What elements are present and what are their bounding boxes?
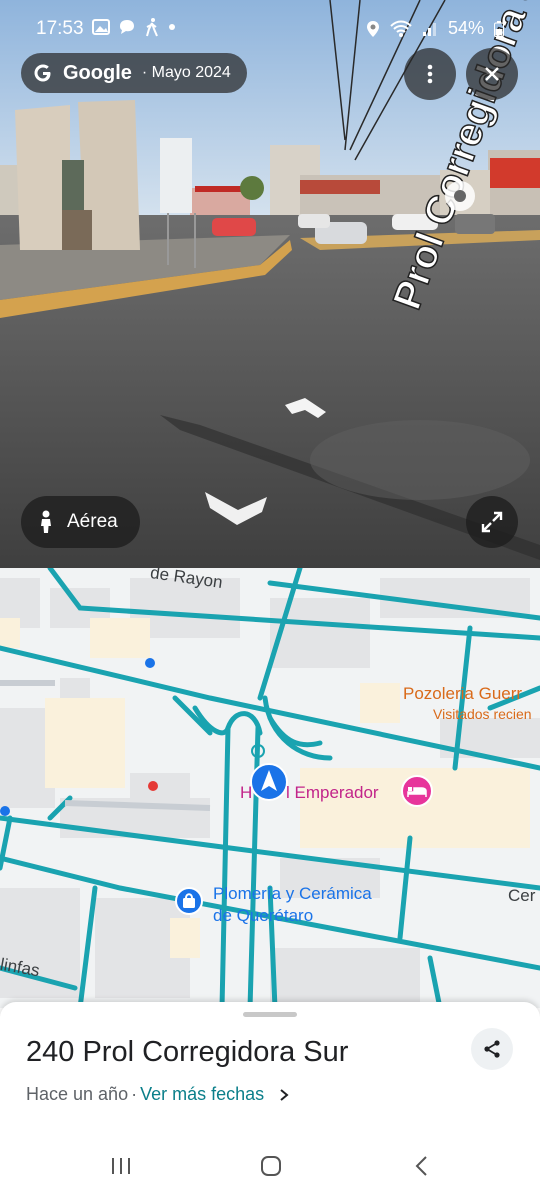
system-nav-bar xyxy=(0,1140,540,1200)
chat-icon xyxy=(120,20,134,34)
gallery-icon xyxy=(92,19,110,35)
poi-hotel-name[interactable]: l Emperador xyxy=(286,783,379,803)
wifi-icon xyxy=(390,20,412,37)
pegman-icon xyxy=(41,510,51,533)
shopping-bag-icon[interactable] xyxy=(174,886,204,916)
imagery-info-line: Hace un año · Ver más fechas xyxy=(26,1084,290,1105)
dot-icon xyxy=(169,24,175,30)
status-bar: 17:53 54% xyxy=(0,0,540,58)
poi-plomeria-line2[interactable]: de Querétaro xyxy=(213,906,313,926)
map-label-cerro: Cer xyxy=(508,886,536,905)
hotel-bed-icon[interactable] xyxy=(400,774,434,808)
more-vert-icon xyxy=(427,64,433,84)
imagery-date: · Mayo 2024 xyxy=(141,64,231,81)
fullscreen-button[interactable] xyxy=(466,496,518,548)
share-icon xyxy=(484,1040,500,1058)
map-view[interactable]: de Rayon Pozoleria Guerr Visitados recie… xyxy=(0,568,540,1008)
poi-pozoleria-subtitle: Visitados recien xyxy=(433,706,532,722)
location-pin-icon[interactable] xyxy=(444,180,476,214)
google-brand-text: Google xyxy=(63,61,132,84)
aerial-view-label: Aérea xyxy=(67,511,118,532)
close-icon xyxy=(485,67,499,81)
google-g-icon xyxy=(34,64,51,82)
more-dates-link[interactable]: Ver más fechas xyxy=(140,1084,264,1105)
street-view-panorama[interactable]: Prol Corregidora Sur 17:53 54% Google · … xyxy=(0,0,540,568)
close-button[interactable] xyxy=(466,48,518,100)
back-icon[interactable] xyxy=(414,1156,430,1176)
poi-pozoleria-name[interactable]: Pozoleria Guerr xyxy=(403,684,522,704)
current-position-icon xyxy=(250,763,288,801)
chevron-right-icon[interactable] xyxy=(278,1088,290,1102)
poi-hotel-prefix[interactable]: H xyxy=(240,783,252,803)
battery-percent: 54% xyxy=(447,18,484,38)
drag-handle[interactable] xyxy=(243,1012,297,1017)
signal-icon xyxy=(422,22,436,36)
poi-plomeria-line1[interactable]: Plomería y Cerámica xyxy=(213,884,372,904)
battery-icon xyxy=(494,20,504,37)
share-button[interactable] xyxy=(471,1028,513,1070)
address-title: 240 Prol Corregidora Sur xyxy=(26,1036,349,1068)
status-time: 17:53 xyxy=(36,18,84,39)
separator: · xyxy=(131,1084,138,1104)
aerial-view-button[interactable]: Aérea xyxy=(21,496,140,548)
home-icon[interactable] xyxy=(260,1156,282,1176)
more-options-button[interactable] xyxy=(404,48,456,100)
location-icon xyxy=(366,20,379,37)
imagery-age: Hace un año xyxy=(26,1084,129,1104)
walking-icon xyxy=(146,18,158,37)
bottom-sheet[interactable]: 240 Prol Corregidora Sur Hace un año · V… xyxy=(0,1002,540,1200)
recent-apps-icon[interactable] xyxy=(110,1156,132,1176)
imagery-date-pill[interactable]: Google · Mayo 2024 xyxy=(21,53,247,93)
expand-icon xyxy=(481,511,503,533)
